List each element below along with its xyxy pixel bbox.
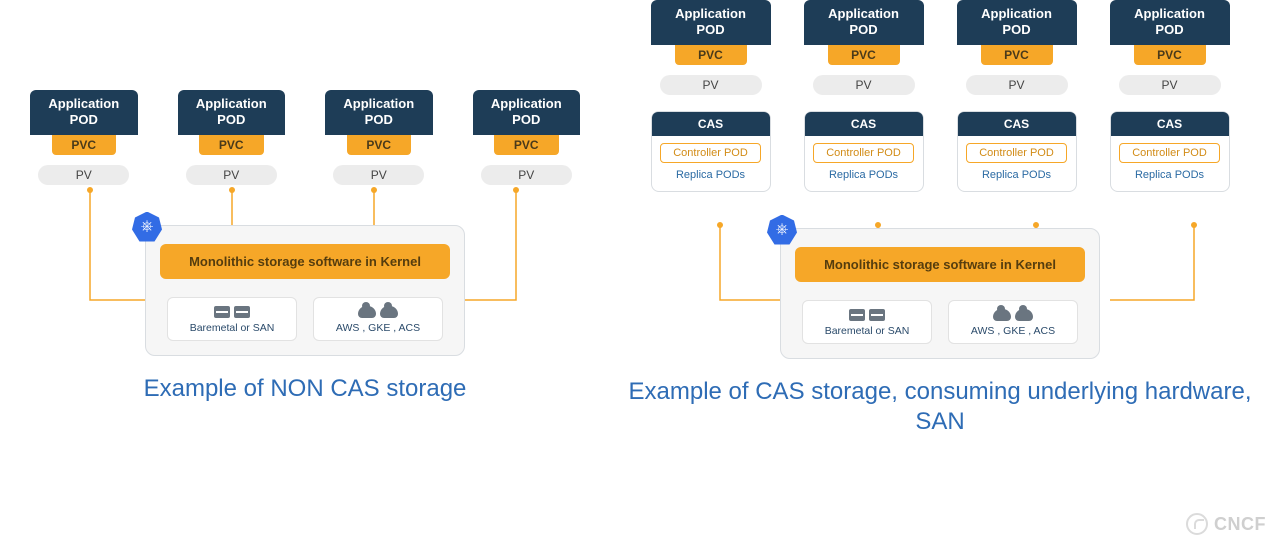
pvc-label: PVC bbox=[981, 45, 1053, 65]
diagram-caption: Example of CAS storage, consuming underl… bbox=[620, 377, 1260, 437]
infra-label: Baremetal or SAN bbox=[190, 322, 275, 334]
pv-label: PV bbox=[966, 75, 1068, 95]
cas-box: CAS Controller POD Replica PODs bbox=[804, 111, 924, 192]
cloud-icon bbox=[380, 306, 398, 318]
pvc-label: PVC bbox=[347, 135, 412, 155]
kernel-box: ⎈ Monolithic storage software in Kernel … bbox=[145, 225, 465, 356]
replica-pods-label: Replica PODs bbox=[668, 163, 753, 183]
app-pod-label: ApplicationPOD bbox=[473, 90, 581, 135]
cas-header: CAS bbox=[652, 112, 770, 136]
app-pod-column: ApplicationPOD PVC PV bbox=[473, 90, 581, 185]
cas-header: CAS bbox=[958, 112, 1076, 136]
server-icon bbox=[234, 306, 250, 318]
diagram-caption: Example of NON CAS storage bbox=[20, 374, 590, 404]
app-pod-label: ApplicationPOD bbox=[1110, 0, 1230, 45]
controller-pod-label: Controller POD bbox=[1119, 143, 1219, 163]
app-pod-label: ApplicationPOD bbox=[325, 90, 433, 135]
cloud-icon bbox=[1015, 309, 1033, 321]
kubernetes-icon: ⎈ bbox=[767, 215, 797, 245]
cas-header: CAS bbox=[1111, 112, 1229, 136]
pvc-label: PVC bbox=[1134, 45, 1206, 65]
kernel-title: Monolithic storage software in Kernel bbox=[795, 247, 1085, 282]
app-pod-label: ApplicationPOD bbox=[651, 0, 771, 45]
replica-pods-label: Replica PODs bbox=[821, 163, 906, 183]
infra-card-baremetal: Baremetal or SAN bbox=[167, 297, 297, 341]
replica-pods-label: Replica PODs bbox=[1127, 163, 1212, 183]
pv-label: PV bbox=[1119, 75, 1221, 95]
infra-card-baremetal: Baremetal or SAN bbox=[802, 300, 932, 344]
controller-pod-label: Controller POD bbox=[966, 143, 1066, 163]
infra-label: AWS , GKE , ACS bbox=[971, 325, 1055, 337]
wechat-icon bbox=[1186, 513, 1208, 535]
infra-card-cloud: AWS , GKE , ACS bbox=[313, 297, 443, 341]
app-pod-column: ApplicationPOD PVC PV CAS Controller POD… bbox=[957, 0, 1077, 192]
kernel-title: Monolithic storage software in Kernel bbox=[160, 244, 450, 279]
pod-row: ApplicationPOD PVC PV CAS Controller POD… bbox=[620, 0, 1260, 192]
cloud-icon bbox=[993, 309, 1011, 321]
pod-row: ApplicationPOD PVC PV ApplicationPOD PVC… bbox=[20, 90, 590, 185]
app-pod-column: ApplicationPOD PVC PV bbox=[30, 90, 138, 185]
app-pod-label: ApplicationPOD bbox=[804, 0, 924, 45]
infra-card-cloud: AWS , GKE , ACS bbox=[948, 300, 1078, 344]
watermark-text: CNCF bbox=[1214, 514, 1266, 535]
pv-label: PV bbox=[38, 165, 129, 185]
server-icon bbox=[214, 306, 230, 318]
kernel-box: ⎈ Monolithic storage software in Kernel … bbox=[780, 228, 1100, 359]
pv-label: PV bbox=[333, 165, 424, 185]
app-pod-column: ApplicationPOD PVC PV bbox=[325, 90, 433, 185]
infra-row: Baremetal or SAN AWS , GKE , ACS bbox=[167, 297, 443, 341]
app-pod-label: ApplicationPOD bbox=[30, 90, 138, 135]
cas-box: CAS Controller POD Replica PODs bbox=[957, 111, 1077, 192]
controller-pod-label: Controller POD bbox=[813, 143, 913, 163]
kubernetes-icon: ⎈ bbox=[132, 212, 162, 242]
app-pod-label: ApplicationPOD bbox=[957, 0, 1077, 45]
pvc-label: PVC bbox=[675, 45, 747, 65]
app-pod-column: ApplicationPOD PVC PV CAS Controller POD… bbox=[651, 0, 771, 192]
cncf-watermark: CNCF bbox=[1186, 513, 1266, 535]
pvc-label: PVC bbox=[828, 45, 900, 65]
replica-pods-label: Replica PODs bbox=[974, 163, 1059, 183]
cas-box: CAS Controller POD Replica PODs bbox=[1110, 111, 1230, 192]
non-cas-diagram: ApplicationPOD PVC PV ApplicationPOD PVC… bbox=[20, 90, 590, 404]
pvc-label: PVC bbox=[199, 135, 264, 155]
app-pod-column: ApplicationPOD PVC PV CAS Controller POD… bbox=[804, 0, 924, 192]
pvc-label: PVC bbox=[52, 135, 117, 155]
app-pod-column: ApplicationPOD PVC PV bbox=[178, 90, 286, 185]
cloud-icon bbox=[358, 306, 376, 318]
pv-label: PV bbox=[186, 165, 277, 185]
pv-label: PV bbox=[813, 75, 915, 95]
pv-label: PV bbox=[660, 75, 762, 95]
infra-label: AWS , GKE , ACS bbox=[336, 322, 420, 334]
pv-label: PV bbox=[481, 165, 572, 185]
controller-pod-label: Controller POD bbox=[660, 143, 760, 163]
infra-label: Baremetal or SAN bbox=[825, 325, 910, 337]
pvc-label: PVC bbox=[494, 135, 559, 155]
app-pod-column: ApplicationPOD PVC PV CAS Controller POD… bbox=[1110, 0, 1230, 192]
cas-header: CAS bbox=[805, 112, 923, 136]
cas-diagram: ApplicationPOD PVC PV CAS Controller POD… bbox=[620, 0, 1260, 437]
infra-row: Baremetal or SAN AWS , GKE , ACS bbox=[802, 300, 1078, 344]
server-icon bbox=[849, 309, 865, 321]
server-icon bbox=[869, 309, 885, 321]
app-pod-label: ApplicationPOD bbox=[178, 90, 286, 135]
cas-box: CAS Controller POD Replica PODs bbox=[651, 111, 771, 192]
